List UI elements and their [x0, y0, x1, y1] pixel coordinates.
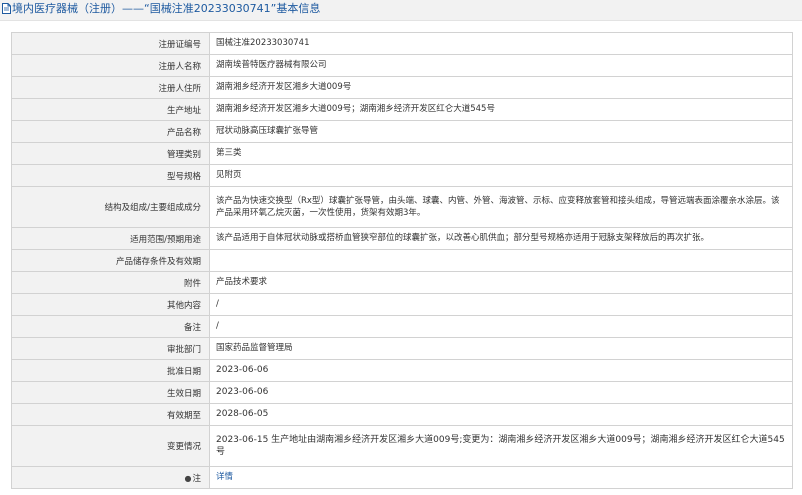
table-row: 型号规格 见附页 — [11, 164, 793, 187]
table-row: 注册人住所 湖南湘乡经济开发区湘乡大道009号 — [11, 76, 793, 99]
table-row: 产品储存条件及有效期 — [11, 249, 793, 272]
field-label: 注册证编号 — [11, 32, 210, 55]
table-row: 产品名称 冠状动脉高压球囊扩张导管 — [11, 120, 793, 143]
page-header: 境内医疗器械（注册）——“国械注准20233030741”基本信息 — [0, 0, 802, 21]
field-label: 其他内容 — [11, 293, 210, 316]
field-value: 冠状动脉高压球囊扩张导管 — [209, 120, 793, 143]
field-label: 审批部门 — [11, 337, 210, 360]
table-row: 注册人名称 湖南埃普特医疗器械有限公司 — [11, 54, 793, 77]
field-label: 型号规格 — [11, 164, 210, 187]
field-value: 第三类 — [209, 142, 793, 165]
field-label: 变更情况 — [11, 425, 210, 467]
table-row: 管理类别 第三类 — [11, 142, 793, 165]
field-label: ●注 — [11, 466, 210, 489]
field-label: 备注 — [11, 315, 210, 338]
field-label: 附件 — [11, 271, 210, 294]
field-label: 批准日期 — [11, 359, 210, 382]
table-row: 适用范围/预期用途 该产品适用于自体冠状动脉或搭桥血管狭窄部位的球囊扩张，以改善… — [11, 227, 793, 250]
field-value: 产品技术要求 — [209, 271, 793, 294]
table-row: 备注 / — [11, 315, 793, 338]
page-title: 境内医疗器械（注册）——“国械注准20233030741”基本信息 — [12, 2, 321, 15]
field-value: 详情 — [209, 466, 793, 489]
document-icon — [2, 3, 11, 14]
field-value: 湖南埃普特医疗器械有限公司 — [209, 54, 793, 77]
field-label: 结构及组成/主要组成成分 — [11, 186, 210, 228]
field-value: 2023-06-06 — [209, 381, 793, 404]
table-row: 有效期至 2028-06-05 — [11, 403, 793, 426]
table-row: 变更情况 2023-06-15 生产地址由湖南湘乡经济开发区湘乡大道009号;变… — [11, 425, 793, 467]
field-value: 该产品适用于自体冠状动脉或搭桥血管狭窄部位的球囊扩张，以改善心肌供血；部分型号规… — [209, 227, 793, 250]
field-value: 国械注准20233030741 — [209, 32, 793, 55]
field-value: / — [209, 293, 793, 316]
registration-info-table: 注册证编号 国械注准20233030741 注册人名称 湖南埃普特医疗器械有限公… — [11, 32, 793, 489]
details-link[interactable]: 详情 — [216, 472, 233, 482]
bullet-icon: ● — [184, 473, 192, 483]
field-label: 生效日期 — [11, 381, 210, 404]
table-row: 审批部门 国家药品监督管理局 — [11, 337, 793, 360]
field-label: 产品储存条件及有效期 — [11, 249, 210, 272]
table-row: 结构及组成/主要组成成分 该产品为快速交换型（Rx型）球囊扩张导管，由头端、球囊… — [11, 186, 793, 228]
field-label: 注册人住所 — [11, 76, 210, 99]
field-label: 生产地址 — [11, 98, 210, 121]
table-row: 附件 产品技术要求 — [11, 271, 793, 294]
field-value: 该产品为快速交换型（Rx型）球囊扩张导管，由头端、球囊、内管、外管、海波管、示标… — [209, 186, 793, 228]
field-value: 2023-06-06 — [209, 359, 793, 382]
table-row: 注册证编号 国械注准20233030741 — [11, 32, 793, 55]
field-value — [209, 249, 793, 272]
field-value: 见附页 — [209, 164, 793, 187]
field-value: 2023-06-15 生产地址由湖南湘乡经济开发区湘乡大道009号;变更为：湖南… — [209, 425, 793, 467]
field-value: 国家药品监督管理局 — [209, 337, 793, 360]
field-value: 2028-06-05 — [209, 403, 793, 426]
table-row: 其他内容 / — [11, 293, 793, 316]
table-row: ●注 详情 — [11, 466, 793, 489]
field-label: 管理类别 — [11, 142, 210, 165]
table-row: 生效日期 2023-06-06 — [11, 381, 793, 404]
field-label: 适用范围/预期用途 — [11, 227, 210, 250]
field-value: 湖南湘乡经济开发区湘乡大道009号；湖南湘乡经济开发区红仑大道545号 — [209, 98, 793, 121]
note-label: 注 — [192, 473, 201, 484]
table-row: 批准日期 2023-06-06 — [11, 359, 793, 382]
field-value: / — [209, 315, 793, 338]
field-value: 湖南湘乡经济开发区湘乡大道009号 — [209, 76, 793, 99]
field-label: 产品名称 — [11, 120, 210, 143]
table-row: 生产地址 湖南湘乡经济开发区湘乡大道009号；湖南湘乡经济开发区红仑大道545号 — [11, 98, 793, 121]
field-label: 有效期至 — [11, 403, 210, 426]
field-label: 注册人名称 — [11, 54, 210, 77]
